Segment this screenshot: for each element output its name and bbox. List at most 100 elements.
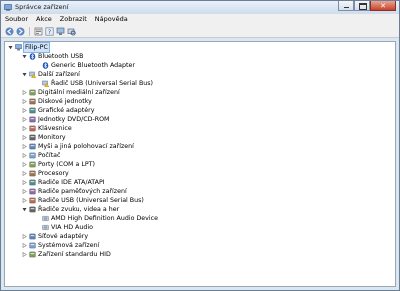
tree-category-label: Monitory	[38, 134, 66, 141]
properties-button[interactable]	[33, 26, 43, 36]
forward-icon	[16, 27, 24, 35]
storage-icon	[29, 188, 36, 195]
tree-category[interactable]: Radiče paměťových zařízení	[5, 187, 395, 196]
tree-category[interactable]: Počítač	[5, 151, 395, 160]
device-tree: Filip-PC Bluetooth USB Generic Bluetooth A…	[5, 42, 395, 259]
expand-icon[interactable]	[22, 99, 27, 104]
expand-icon[interactable]	[22, 180, 27, 185]
expand-icon[interactable]	[22, 108, 27, 113]
update-icon	[56, 27, 64, 35]
tree-device[interactable]: VIA HD Audio	[5, 223, 395, 232]
hid-icon	[29, 251, 36, 258]
menu-soubor[interactable]: Soubor	[1, 14, 32, 25]
tree-device-label: VIA HD Audio	[51, 224, 93, 231]
back-button[interactable]	[4, 26, 14, 36]
expand-icon[interactable]	[22, 90, 27, 95]
expand-icon[interactable]	[22, 243, 27, 248]
tree-device-label: AMD High Definition Audio Device	[51, 215, 158, 222]
tree-category[interactable]: Procesory	[5, 169, 395, 178]
close-button[interactable]: ✕	[370, 1, 396, 11]
tree-category[interactable]: Digitální mediální zařízení	[5, 88, 395, 97]
maximize-button[interactable]	[354, 1, 370, 11]
tree-category[interactable]: Monitory	[5, 133, 395, 142]
tree-category[interactable]: Řadiče zvuku, videa a her	[5, 205, 395, 214]
tree-category-label: Diskové jednotky	[38, 98, 92, 105]
display-adapter-icon	[29, 107, 36, 114]
tree-root-label: Filip-PC	[23, 42, 50, 53]
tree-category-label: Další zařízení	[38, 71, 80, 78]
tree-category-label: Myši a jiná polohovací zařízení	[38, 143, 134, 150]
tree-device[interactable]: Generic Bluetooth Adapter	[5, 61, 395, 70]
collapse-icon[interactable]	[22, 72, 27, 77]
tree-category-label: Klávesnice	[38, 125, 72, 132]
menu-zobrazit[interactable]: Zobrazit	[56, 14, 91, 25]
close-icon: ✕	[380, 2, 386, 10]
sound-icon	[29, 206, 36, 213]
collapse-icon[interactable]	[22, 54, 27, 59]
tree-device-label: Generic Bluetooth Adapter	[51, 62, 135, 69]
expand-icon[interactable]	[22, 234, 27, 239]
mouse-icon	[29, 143, 36, 150]
other-devices-icon	[29, 71, 37, 79]
media-icon	[29, 89, 36, 96]
tree-category[interactable]: Diskové jednotky	[5, 97, 395, 106]
menu-bar: Soubor Akce Zobrazit Nápověda	[1, 14, 399, 25]
expand-icon[interactable]	[22, 198, 27, 203]
expand-icon[interactable]	[22, 117, 27, 122]
tree-category-label: Systémová zařízení	[38, 242, 100, 249]
tree-device[interactable]: Řadič USB (Universal Serial Bus)	[5, 79, 395, 88]
keyboard-icon	[29, 125, 36, 132]
svg-text:?: ?	[47, 28, 50, 36]
tree-category-label: Radiče paměťových zařízení	[38, 188, 127, 195]
scan-icon	[67, 28, 76, 35]
title-bar[interactable]: Správce zařízení ✕	[1, 1, 399, 14]
unknown-device-icon	[42, 80, 50, 88]
tree-category-label: Jednotky DVD/CD-ROM	[38, 116, 110, 123]
usb-icon	[29, 197, 36, 204]
expand-icon[interactable]	[22, 144, 27, 149]
tree-category[interactable]: Radiče USB (Universal Serial Bus)	[5, 196, 395, 205]
scan-hardware-button[interactable]	[66, 26, 76, 36]
toolbar-separator	[29, 26, 30, 36]
tree-category[interactable]: Další zařízení	[5, 70, 395, 79]
collapse-icon[interactable]	[22, 207, 27, 212]
tree-category[interactable]: Klávesnice	[5, 124, 395, 133]
tree-category[interactable]: Jednotky DVD/CD-ROM	[5, 115, 395, 124]
update-driver-button[interactable]	[55, 26, 65, 36]
help-button[interactable]: ?	[44, 26, 54, 36]
port-icon	[29, 161, 36, 168]
expand-icon[interactable]	[22, 126, 27, 131]
processor-icon	[29, 170, 36, 177]
tree-root[interactable]: Filip-PC	[5, 42, 395, 53]
expand-icon[interactable]	[22, 153, 27, 158]
tree-category-label: Grafické adaptéry	[38, 107, 95, 114]
tree-category[interactable]: Síťové adaptéry	[5, 232, 395, 241]
tree-category[interactable]: Bluetooth USB	[5, 52, 395, 61]
expand-icon[interactable]	[22, 135, 27, 140]
tree-category[interactable]: Radiče IDE ATA/ATAPI	[5, 178, 395, 187]
device-manager-icon	[4, 4, 12, 11]
back-icon	[5, 27, 13, 35]
tree-device[interactable]: AMD High Definition Audio Device	[5, 214, 395, 223]
tree-category[interactable]: Grafické adaptéry	[5, 106, 395, 115]
monitor-icon	[29, 134, 36, 141]
window-title: Správce zařízení	[15, 3, 69, 11]
computer-icon	[29, 152, 36, 159]
expand-icon[interactable]	[22, 171, 27, 176]
tree-category[interactable]: Porty (COM a LPT)	[5, 160, 395, 169]
expand-icon[interactable]	[22, 252, 27, 257]
minimize-button[interactable]	[338, 1, 354, 11]
bluetooth-icon	[29, 53, 36, 60]
menu-akce[interactable]: Akce	[32, 14, 56, 25]
tree-device-label: Řadič USB (Universal Serial Bus)	[51, 80, 153, 87]
tree-category[interactable]: Zařízení standardu HID	[5, 250, 395, 259]
tree-category[interactable]: Myši a jiná polohovací zařízení	[5, 142, 395, 151]
expand-icon[interactable]	[22, 189, 27, 194]
device-tree-panel[interactable]: Filip-PC Bluetooth USB Generic Bluetooth A…	[4, 41, 396, 287]
forward-button[interactable]	[15, 26, 25, 36]
dvd-icon	[29, 116, 36, 123]
collapse-icon[interactable]	[8, 45, 13, 50]
tree-category[interactable]: Systémová zařízení	[5, 241, 395, 250]
menu-napoveda[interactable]: Nápověda	[91, 14, 132, 25]
expand-icon[interactable]	[22, 162, 27, 167]
